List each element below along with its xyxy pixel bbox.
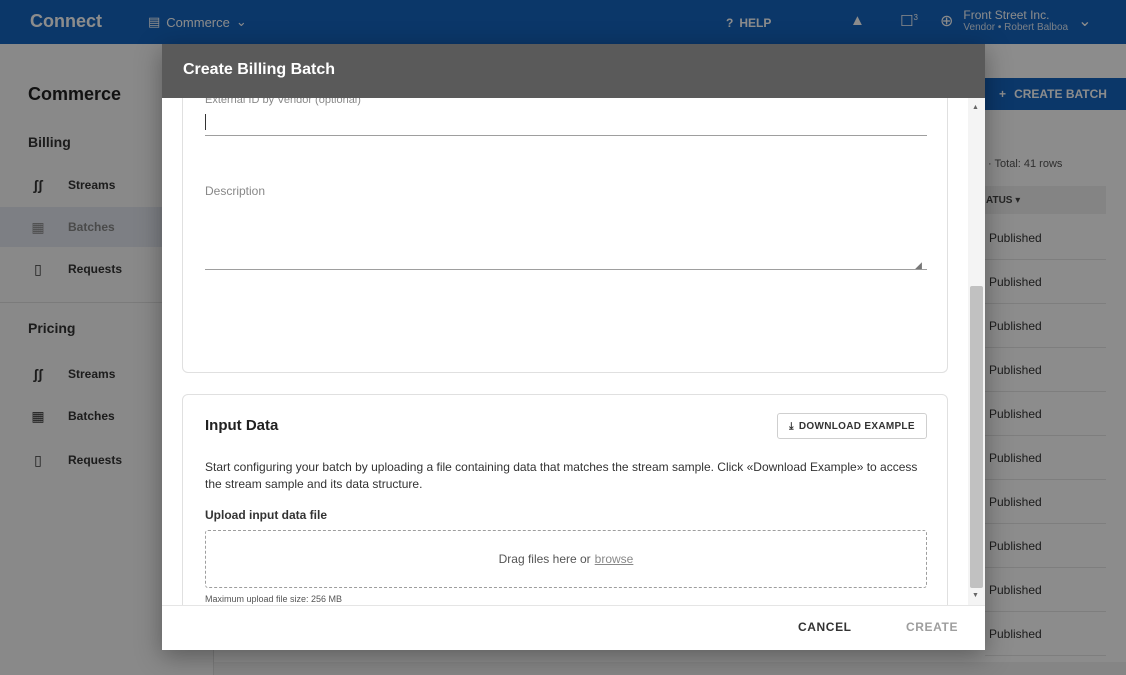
dialog-scrollbar[interactable]: ▲ ▼ xyxy=(968,98,985,605)
download-example-label: DOWNLOAD EXAMPLE xyxy=(798,420,915,432)
external-id-input[interactable] xyxy=(205,112,927,136)
download-icon: ⤓ xyxy=(789,420,794,432)
dialog-body: External ID by Vendor (optional) Descrip… xyxy=(162,98,968,605)
input-data-title: Input Data xyxy=(205,417,279,434)
upload-label: Upload input data file xyxy=(205,508,327,522)
dialog-footer: CANCEL CREATE xyxy=(162,605,985,650)
input-data-description: Start configuring your batch by uploadin… xyxy=(205,460,918,491)
resize-handle-icon[interactable]: ◢ xyxy=(915,260,922,271)
file-dropzone[interactable]: Drag files here or browse xyxy=(205,530,927,588)
text-caret xyxy=(205,114,206,130)
scrollbar-thumb[interactable] xyxy=(970,286,983,588)
scroll-down-arrow-icon[interactable]: ▼ xyxy=(972,592,979,599)
input-data-card: Input Data ⤓ DOWNLOAD EXAMPLE Start conf… xyxy=(182,394,948,605)
max-upload-size: Maximum upload file size: 256 MB xyxy=(205,594,343,604)
dropzone-text: Drag files here or xyxy=(498,552,591,566)
external-id-label: External ID by Vendor (optional) xyxy=(205,98,361,106)
create-button[interactable]: CREATE xyxy=(906,620,958,634)
download-example-button[interactable]: ⤓ DOWNLOAD EXAMPLE xyxy=(777,413,927,439)
browse-link[interactable]: browse xyxy=(595,552,634,566)
cancel-button[interactable]: CANCEL xyxy=(798,620,852,634)
create-billing-batch-dialog: Create Billing Batch External ID by Vend… xyxy=(162,44,985,650)
batch-details-card: External ID by Vendor (optional) Descrip… xyxy=(182,98,948,373)
dialog-title: Create Billing Batch xyxy=(162,44,985,98)
description-input[interactable] xyxy=(205,196,927,270)
scroll-up-arrow-icon[interactable]: ▲ xyxy=(972,104,979,111)
